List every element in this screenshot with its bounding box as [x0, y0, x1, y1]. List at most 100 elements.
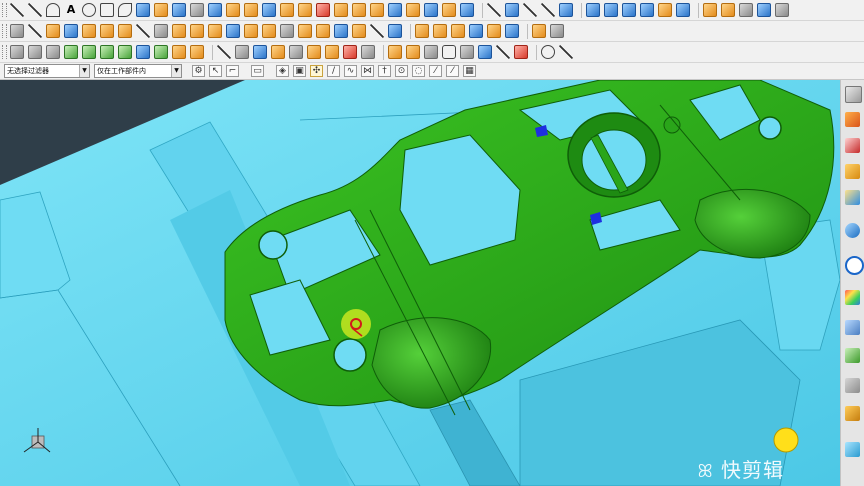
sew-icon[interactable] — [640, 3, 654, 17]
scope-filter-dropdown[interactable]: 仅在工作部件内 ▼ — [94, 64, 182, 78]
toolbar-grip[interactable] — [2, 45, 7, 59]
circle-icon[interactable] — [82, 3, 96, 17]
extend-icon[interactable] — [658, 3, 672, 17]
rectangle-select-icon[interactable]: ▭ — [251, 65, 264, 77]
union-icon[interactable] — [190, 45, 204, 59]
sweep-icon[interactable] — [271, 45, 285, 59]
wcs-icon[interactable] — [136, 45, 150, 59]
mid-point-icon[interactable]: / — [327, 65, 340, 77]
wcs-icon[interactable] — [46, 24, 60, 38]
view-icon[interactable] — [541, 45, 555, 59]
point-on-curve-icon[interactable]: ⁄ — [429, 65, 442, 77]
model-scene[interactable] — [0, 80, 840, 486]
extend-icon[interactable] — [217, 45, 231, 59]
bridge-curve-icon[interactable] — [208, 3, 222, 17]
emboss-icon[interactable] — [262, 24, 276, 38]
pad-icon[interactable] — [208, 24, 222, 38]
draft-icon[interactable] — [460, 3, 474, 17]
block-icon[interactable] — [280, 3, 294, 17]
line-icon[interactable] — [28, 3, 42, 17]
extract-icon[interactable] — [388, 24, 402, 38]
offset-face-icon[interactable] — [721, 3, 735, 17]
reuse-library-icon[interactable] — [845, 164, 860, 179]
n-sided-icon[interactable] — [604, 3, 618, 17]
gate-icon[interactable] — [532, 24, 546, 38]
point-icon[interactable] — [82, 24, 96, 38]
arrow-left-icon[interactable] — [64, 45, 78, 59]
settings-icon[interactable] — [559, 45, 573, 59]
spline-icon[interactable] — [118, 3, 132, 17]
reflection-icon[interactable] — [352, 24, 366, 38]
line-icon[interactable] — [10, 3, 24, 17]
resize-icon[interactable] — [460, 45, 474, 59]
rib-icon[interactable] — [280, 24, 294, 38]
system-materials-icon[interactable] — [845, 320, 860, 335]
layer-settings-icon[interactable] — [10, 45, 24, 59]
part-navigator-icon[interactable] — [845, 86, 862, 103]
thicken-icon[interactable] — [676, 3, 690, 17]
fillet-icon[interactable] — [406, 3, 420, 17]
insert-icon[interactable] — [469, 24, 483, 38]
analysis-icon[interactable] — [298, 24, 312, 38]
csys-icon[interactable] — [154, 45, 168, 59]
type-filter-dropdown[interactable]: 无选择过滤器 ▼ — [4, 64, 90, 78]
sketch-icon[interactable] — [154, 3, 168, 17]
mirror-icon[interactable] — [505, 3, 519, 17]
hd3d-icon[interactable] — [845, 190, 860, 205]
mirror-icon[interactable] — [424, 45, 438, 59]
toolbar-grip[interactable] — [2, 3, 7, 17]
end-point-icon[interactable]: ✣ — [310, 65, 323, 77]
tangent-icon[interactable]: ◌ — [412, 65, 425, 77]
slot-icon[interactable] — [226, 24, 240, 38]
pattern-icon[interactable] — [523, 3, 537, 17]
hole-icon[interactable] — [154, 24, 168, 38]
web-browser-icon[interactable] — [845, 223, 860, 238]
role-icon[interactable] — [845, 348, 860, 363]
trim-sheet-icon[interactable] — [622, 3, 636, 17]
shell-icon[interactable] — [442, 3, 456, 17]
design-wizard-icon[interactable] — [845, 442, 860, 457]
block-icon[interactable] — [172, 45, 186, 59]
cooling-icon[interactable] — [505, 24, 519, 38]
replace-face-icon[interactable] — [361, 45, 375, 59]
palette-icon[interactable] — [845, 290, 860, 305]
arrow-right-icon[interactable] — [82, 45, 96, 59]
quadrant-icon[interactable]: ⊙ — [395, 65, 408, 77]
arc-center-icon[interactable]: † — [378, 65, 391, 77]
replace-face-icon[interactable] — [757, 3, 771, 17]
csys-icon[interactable] — [64, 24, 78, 38]
rotate-icon[interactable] — [118, 45, 132, 59]
curve-rule-icon[interactable]: ⌐ — [226, 65, 239, 77]
extract-icon[interactable] — [496, 45, 510, 59]
manufacturing-wizard-icon[interactable] — [845, 406, 860, 421]
measure-icon[interactable] — [28, 45, 42, 59]
sweep-icon[interactable] — [559, 3, 573, 17]
chamfer-icon[interactable] — [424, 3, 438, 17]
delete-face-icon[interactable] — [343, 45, 357, 59]
surface-icon[interactable] — [262, 3, 276, 17]
magnet-icon[interactable] — [478, 45, 492, 59]
deviation-icon[interactable] — [316, 24, 330, 38]
arc-icon[interactable] — [46, 3, 60, 17]
trim-body-icon[interactable] — [487, 3, 501, 17]
view-icon[interactable] — [775, 3, 789, 17]
project-curve-icon[interactable] — [190, 3, 204, 17]
point-icon[interactable] — [136, 3, 150, 17]
settings-icon[interactable] — [550, 24, 564, 38]
graphics-window[interactable]: ꕤ 快剪辑 — [0, 80, 840, 486]
intersection-icon[interactable]: ⋈ — [361, 65, 374, 77]
gate-icon[interactable] — [514, 45, 528, 59]
through-curves-icon[interactable] — [586, 3, 600, 17]
cylinder-icon[interactable] — [298, 3, 312, 17]
boss-icon[interactable] — [172, 24, 186, 38]
assembly-navigator-icon[interactable] — [845, 112, 860, 127]
intersect-icon[interactable] — [388, 3, 402, 17]
move-icon[interactable] — [100, 45, 114, 59]
offset-face-icon[interactable] — [325, 45, 339, 59]
bounded-grid-icon[interactable]: ▦ — [463, 65, 476, 77]
measure-icon[interactable] — [28, 24, 42, 38]
measure-icon[interactable] — [541, 3, 555, 17]
pocket-icon[interactable] — [190, 24, 204, 38]
block-icon[interactable]: ▣ — [293, 65, 306, 77]
delete-face-icon[interactable] — [739, 3, 753, 17]
